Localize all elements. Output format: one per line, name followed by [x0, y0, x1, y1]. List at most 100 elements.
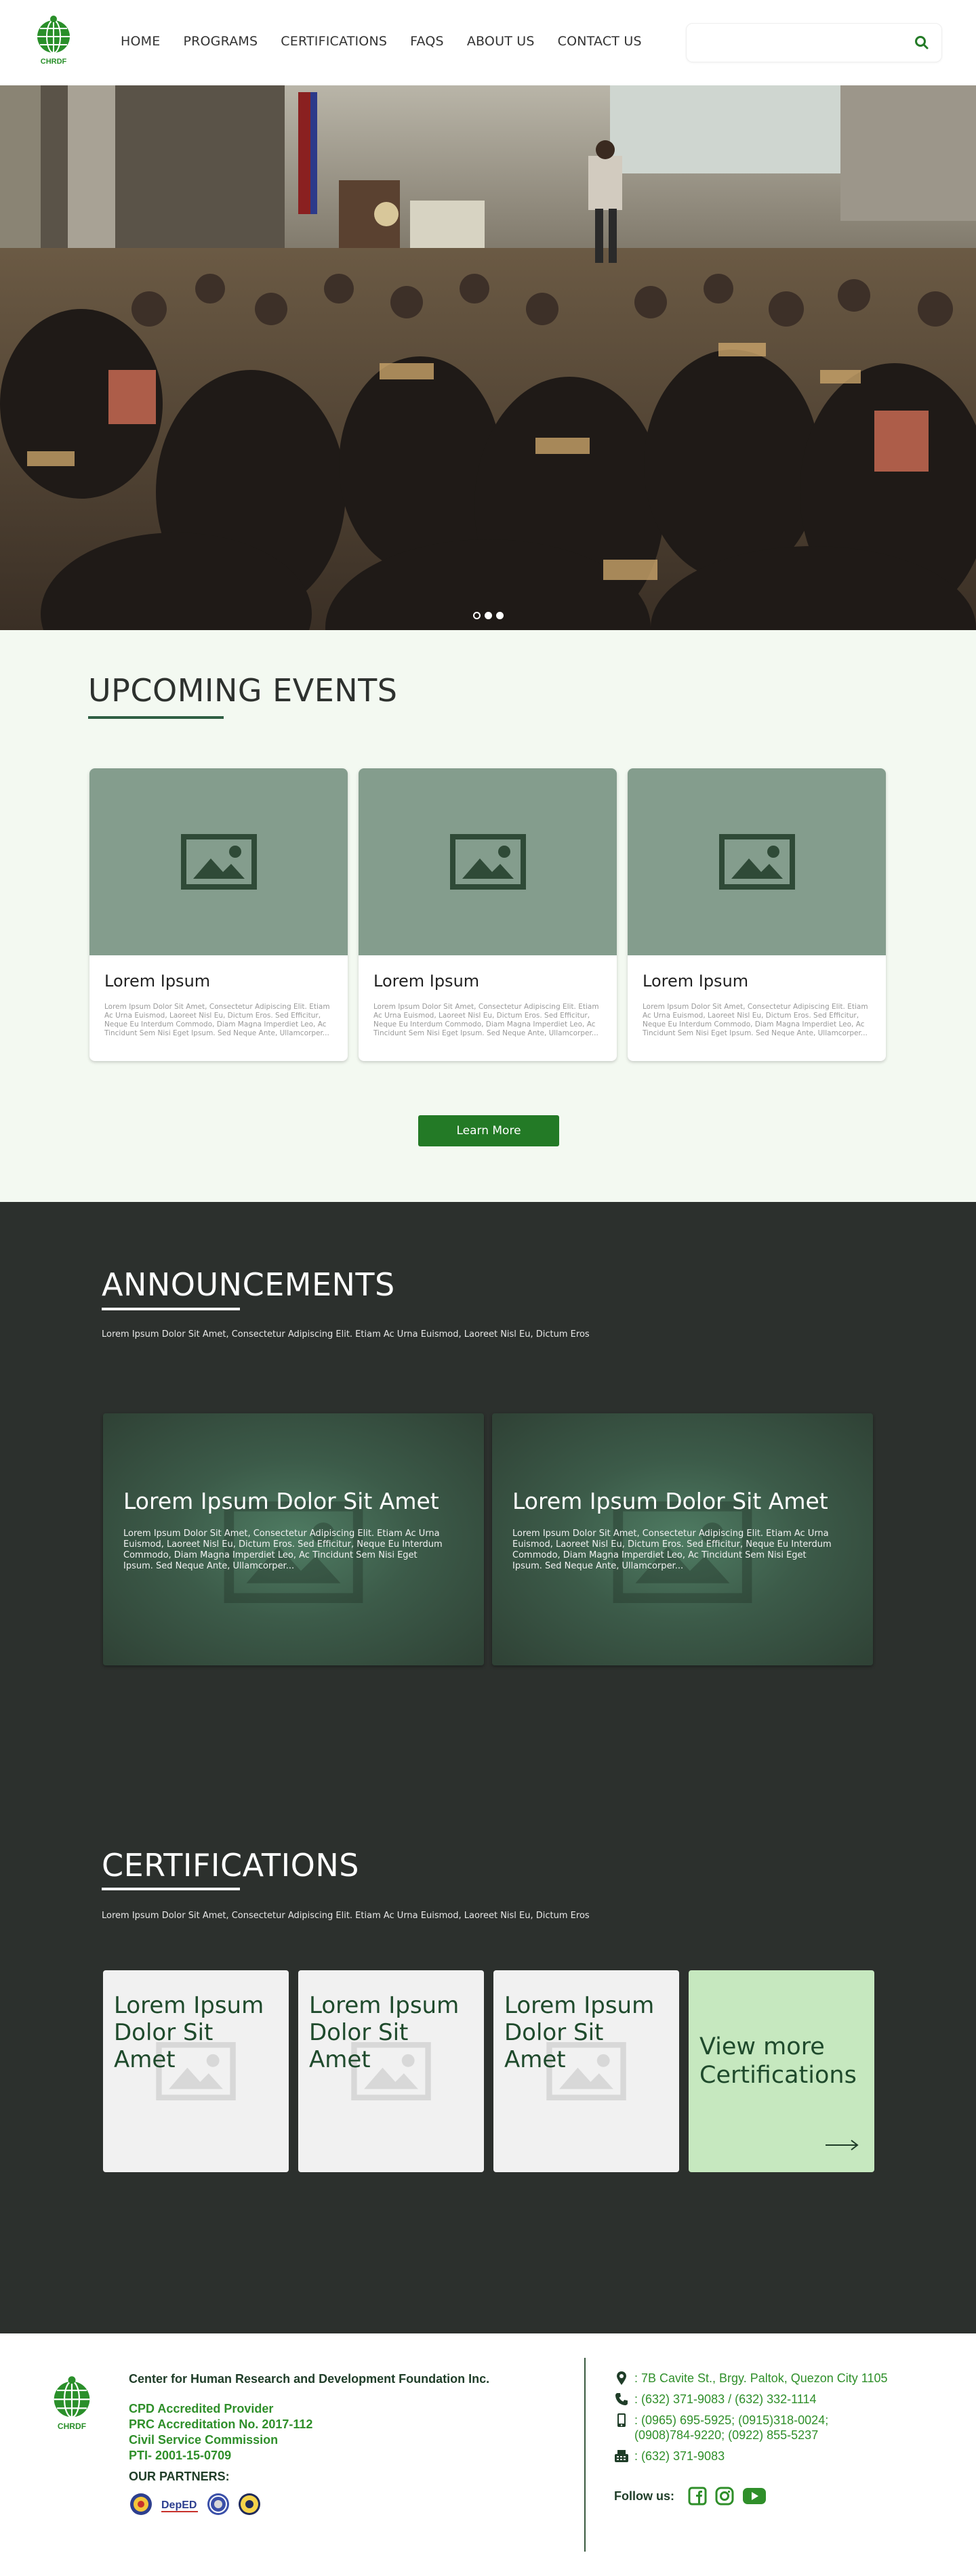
youtube-icon[interactable]	[742, 2487, 767, 2505]
event-card[interactable]: Lorem Ipsum Lorem Ipsum Dolor Sit Amet, …	[89, 768, 348, 1061]
partner-seal-logo[interactable]	[237, 2492, 262, 2516]
footer-divider	[584, 2358, 586, 2552]
mobile-phone-icon	[617, 2413, 626, 2427]
phone-text[interactable]: : (632) 371-9083 / (632) 332-1114	[634, 2392, 817, 2407]
organization-name: Center for Human Research and Developmen…	[129, 2372, 490, 2386]
nav-contact-us[interactable]: CONTACT US	[558, 34, 642, 49]
arrow-right-icon	[826, 2140, 859, 2151]
address-text: : 7B Cavite St., Brgy. Paltok, Quezon Ci…	[634, 2371, 888, 2385]
footer-logo[interactable]: CHRDF	[49, 2374, 95, 2436]
image-placeholder-icon	[180, 834, 257, 890]
accreditation-line: CPD Accredited Provider	[129, 2402, 274, 2415]
events-title-underline	[88, 716, 224, 719]
certifications-subtitle: Lorem Ipsum Dolor Sit Amet, Consectetur …	[102, 1911, 590, 1921]
hero-image	[0, 85, 976, 630]
chrdf-logo[interactable]: CHRDF	[33, 15, 75, 69]
learn-more-button[interactable]: Learn More	[418, 1115, 559, 1146]
main-nav: HOME PROGRAMS CERTIFICATIONS FAQS ABOUT …	[121, 34, 642, 49]
certification-card-title: Lorem Ipsum Dolor Sit Amet	[309, 1992, 460, 2073]
certification-card[interactable]: Lorem Ipsum Dolor Sit Amet	[298, 1970, 484, 2172]
nav-certifications[interactable]: CERTIFICATIONS	[281, 34, 387, 49]
certifications-title: CERTIFICATIONS	[102, 1847, 359, 1884]
instagram-icon[interactable]	[715, 2487, 734, 2506]
announcements-title-underline	[102, 1308, 240, 1310]
announcements-title: ANNOUNCEMENTS	[102, 1266, 395, 1303]
slider-dot-1[interactable]	[472, 612, 481, 619]
slider-dots	[0, 612, 976, 619]
certification-card-title: Lorem Ipsum Dolor Sit Amet	[504, 1992, 655, 2073]
slider-dot-3[interactable]	[495, 612, 504, 619]
event-card-text: Lorem Ipsum Dolor Sit Amet, Consectetur …	[104, 1003, 330, 1037]
slider-dot-2[interactable]	[484, 612, 492, 619]
certification-card-title: Lorem Ipsum Dolor Sit Amet	[114, 1992, 264, 2073]
search-icon	[915, 35, 929, 49]
partner-commission-logo[interactable]	[206, 2492, 230, 2516]
address-row: : 7B Cavite St., Brgy. Paltok, Quezon Ci…	[614, 2371, 888, 2386]
map-pin-icon	[617, 2371, 626, 2385]
event-card-image	[359, 768, 617, 955]
fax-row: : (632) 371-9083	[614, 2449, 888, 2464]
nav-faqs[interactable]: FAQS	[410, 34, 444, 49]
accreditation-line: Civil Service Commission	[129, 2433, 279, 2447]
certification-card[interactable]: Lorem Ipsum Dolor Sit Amet	[493, 1970, 679, 2172]
mobile-text[interactable]: (0908)784-9220; (0922) 855-5237	[634, 2428, 818, 2442]
footer: CHRDF Center for Human Research and Deve…	[0, 2333, 976, 2576]
event-card-title: Lorem Ipsum	[373, 972, 480, 991]
certification-card[interactable]: Lorem Ipsum Dolor Sit Amet	[103, 1970, 289, 2172]
accreditation-list: CPD Accredited Provider PRC Accreditatio…	[129, 2401, 312, 2464]
search-box	[686, 23, 942, 62]
event-card-image	[89, 768, 348, 955]
certifications-title-underline	[102, 1888, 240, 1890]
events-title: UPCOMING EVENTS	[88, 672, 398, 709]
deped-logo[interactable]: DepED	[160, 2492, 199, 2516]
contact-info: : 7B Cavite St., Brgy. Paltok, Quezon Ci…	[614, 2371, 888, 2470]
upcoming-events-section: UPCOMING EVENTS Lorem Ipsum Lorem Ipsum …	[0, 630, 976, 1202]
event-card-image	[628, 768, 886, 955]
phone-row: : (632) 371-9083 / (632) 332-1114	[614, 2392, 888, 2407]
announcement-card-list: Lorem Ipsum Dolor Sit Amet Lorem Ipsum D…	[103, 1413, 873, 1665]
image-placeholder-icon	[718, 834, 795, 890]
nav-programs[interactable]: PROGRAMS	[183, 34, 258, 49]
fax-icon	[615, 2450, 628, 2462]
image-placeholder-icon	[449, 834, 526, 890]
phone-icon	[615, 2393, 628, 2405]
announcement-card-title: Lorem Ipsum Dolor Sit Amet	[123, 1488, 439, 1514]
event-card[interactable]: Lorem Ipsum Lorem Ipsum Dolor Sit Amet, …	[359, 768, 617, 1061]
footer-logo-text: CHRDF	[58, 2422, 86, 2431]
event-card-title: Lorem Ipsum	[643, 972, 749, 991]
announcement-card-text: Lorem Ipsum Dolor Sit Amet, Consectetur …	[512, 1529, 832, 1571]
logo-text: CHRDF	[41, 58, 67, 66]
accreditation-line: PTI- 2001-15-0709	[129, 2449, 232, 2462]
mobile-text[interactable]: : (0965) 695-5925; (0915)318-0024;	[634, 2413, 828, 2427]
event-card-text: Lorem Ipsum Dolor Sit Amet, Consectetur …	[643, 1003, 868, 1037]
event-card-title: Lorem Ipsum	[104, 972, 211, 991]
search-input[interactable]	[696, 24, 899, 62]
social-links: Follow us:	[614, 2487, 767, 2506]
nav-home[interactable]: HOME	[121, 34, 160, 49]
event-card-text: Lorem Ipsum Dolor Sit Amet, Consectetur …	[373, 1003, 599, 1037]
fax-text: : (632) 371-9083	[634, 2449, 725, 2463]
search-button[interactable]	[912, 33, 932, 54]
certification-card-list: Lorem Ipsum Dolor Sit Amet Lorem Ipsum D…	[103, 1970, 874, 2172]
view-more-certifications-card[interactable]: View more Certifications	[689, 1970, 874, 2172]
announcement-card[interactable]: Lorem Ipsum Dolor Sit Amet Lorem Ipsum D…	[103, 1413, 484, 1665]
announcement-card-text: Lorem Ipsum Dolor Sit Amet, Consectetur …	[123, 1529, 443, 1571]
facebook-icon[interactable]	[688, 2487, 707, 2506]
nav-about-us[interactable]: ABOUT US	[467, 34, 535, 49]
events-card-list: Lorem Ipsum Lorem Ipsum Dolor Sit Amet, …	[89, 768, 886, 1061]
mobile-row: : (0965) 695-5925; (0915)318-0024; (0908…	[614, 2413, 888, 2443]
dark-section: ANNOUNCEMENTS Lorem Ipsum Dolor Sit Amet…	[0, 1202, 976, 2333]
view-more-certifications-label: View more Certifications	[699, 2033, 857, 2089]
announcements-subtitle: Lorem Ipsum Dolor Sit Amet, Consectetur …	[102, 1329, 590, 1339]
announcement-card-title: Lorem Ipsum Dolor Sit Amet	[512, 1488, 828, 1514]
deped-logo-text: DepED	[161, 2499, 197, 2511]
partner-logos: DepED	[129, 2492, 262, 2516]
partner-seal-logo[interactable]	[129, 2492, 153, 2516]
event-card[interactable]: Lorem Ipsum Lorem Ipsum Dolor Sit Amet, …	[628, 768, 886, 1061]
announcement-card[interactable]: Lorem Ipsum Dolor Sit Amet Lorem Ipsum D…	[492, 1413, 873, 1665]
hero-slider	[0, 85, 976, 630]
partners-label: OUR PARTNERS:	[129, 2470, 230, 2483]
navbar: CHRDF HOME PROGRAMS CERTIFICATIONS FAQS …	[0, 0, 976, 85]
accreditation-line: PRC Accreditation No. 2017-112	[129, 2417, 313, 2431]
follow-label: Follow us:	[614, 2489, 674, 2503]
